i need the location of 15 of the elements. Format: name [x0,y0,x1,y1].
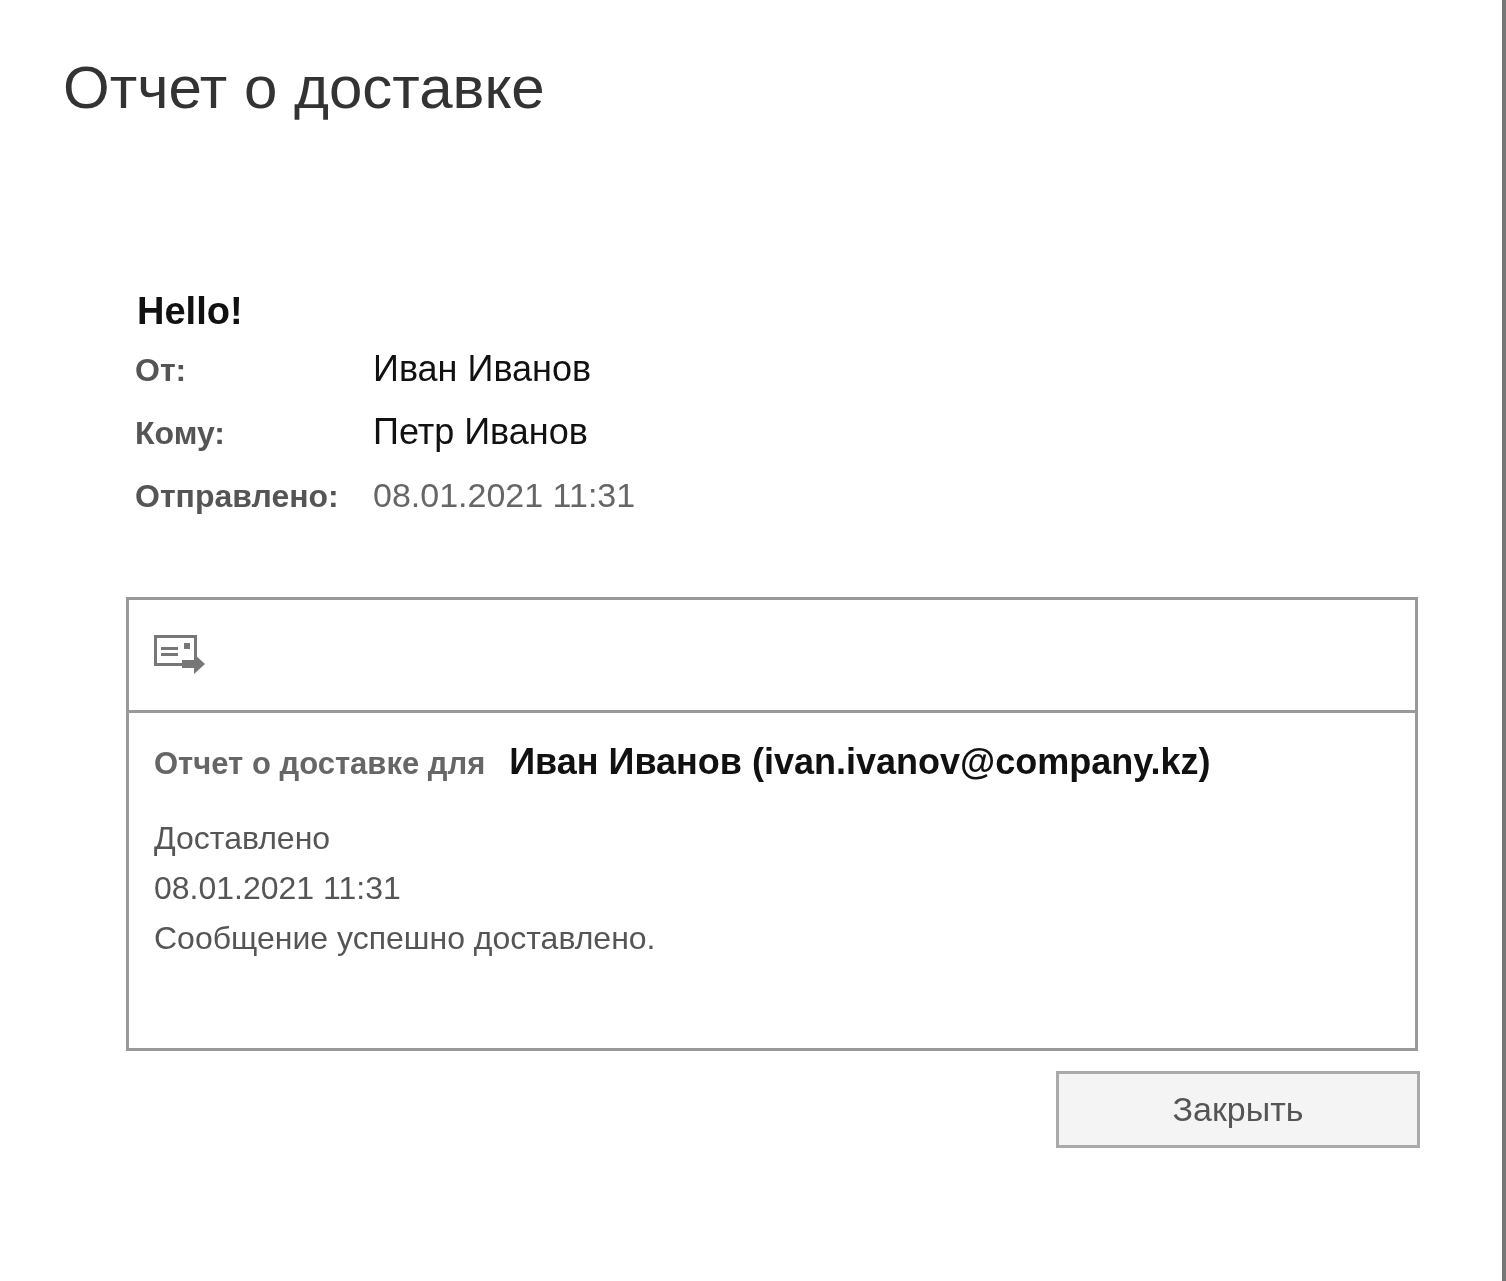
recipient-name: Иван Иванов (ivan.ivanov@company.kz) [509,741,1211,783]
message-arrow-icon [154,635,206,675]
status-text: 08.01.2021 11:31 [154,869,402,908]
window-title: Отчет о доставке [63,53,546,123]
message-subject: Hello! [137,289,244,334]
close-button[interactable]: Закрыть [1056,1071,1420,1148]
status-text: Доставлено [154,819,332,858]
report-label: Отчет о доставке для [154,746,486,782]
field-value: 08.01.2021 11:31 [373,475,637,516]
status-text: Сообщение успешно доставлено. [154,919,657,958]
field-value: Петр Иванов [373,410,589,454]
field-value: Иван Иванов [373,347,593,391]
field-label: От: [135,351,188,390]
field-label: Отправлено: [135,477,340,516]
field-label: Кому: [135,414,226,453]
